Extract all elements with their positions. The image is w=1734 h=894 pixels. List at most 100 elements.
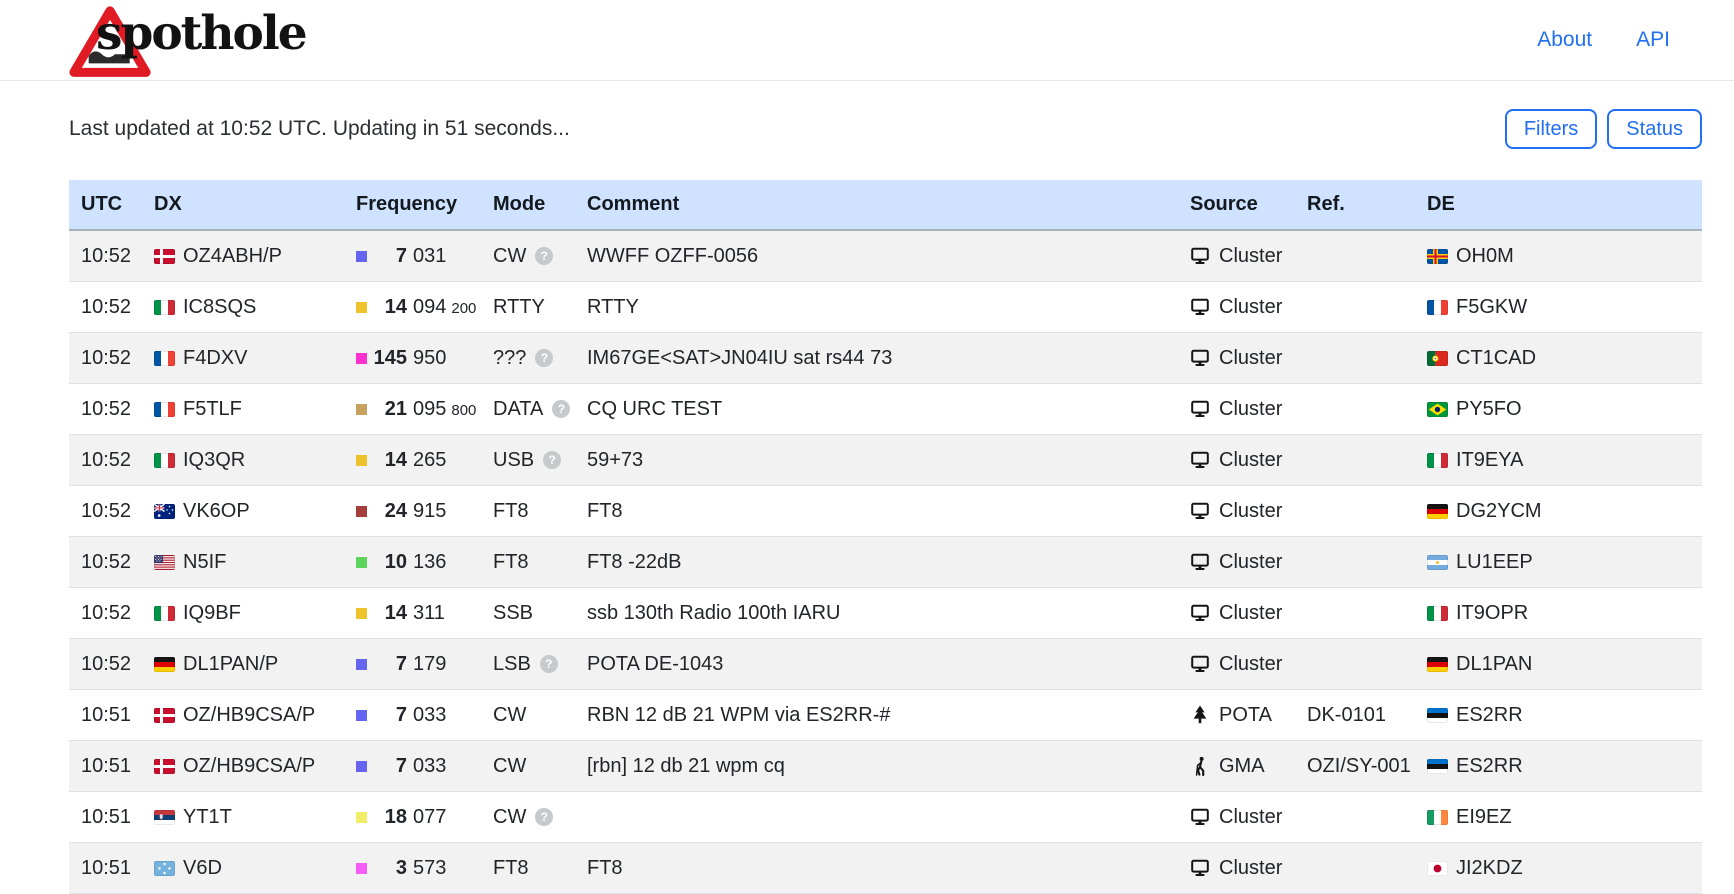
mode-cell: CW <box>481 704 575 727</box>
frequency-cell: 14311 <box>344 602 481 625</box>
freq-khz: 915 <box>413 500 446 523</box>
dx-cell: OZ4ABH/P <box>142 245 344 268</box>
frequency-value: 14311 <box>370 602 445 625</box>
freq-mhz: 18 <box>370 806 407 829</box>
de-cell: F5GKW <box>1415 296 1702 319</box>
col-header-source: Source <box>1178 193 1295 216</box>
source-label: GMA <box>1219 755 1265 778</box>
table-body: 10:52OZ4ABH/P7031CW?WWFF OZFF-0056Cluste… <box>69 231 1702 894</box>
table-row[interactable]: 10:52OZ4ABH/P7031CW?WWFF OZFF-0056Cluste… <box>69 231 1702 282</box>
table-row[interactable]: 10:52F5TLF21095800DATA?CQ URC TESTCluste… <box>69 384 1702 435</box>
source-label: Cluster <box>1219 296 1282 319</box>
band-color-swatch <box>356 761 367 772</box>
table-row[interactable]: 10:52IC8SQS14094200RTTYRTTYClusterF5GKW <box>69 282 1702 333</box>
last-updated-status: Last updated at 10:52 UTC. Updating in 5… <box>69 117 570 141</box>
frequency-value: 7179 <box>370 653 446 676</box>
mode-help-icon[interactable]: ? <box>535 247 553 265</box>
mode-cell: CW? <box>481 806 575 829</box>
frequency-value: 18077 <box>370 806 446 829</box>
portugal-flag-icon <box>1427 351 1448 366</box>
italy-flag-icon <box>1427 606 1448 621</box>
table-row[interactable]: 10:52IQ3QR14265USB?59+73ClusterIT9EYA <box>69 435 1702 486</box>
monitor-icon <box>1190 399 1210 419</box>
dx-callsign: OZ4ABH/P <box>183 245 282 268</box>
freq-khz: 033 <box>413 704 446 727</box>
col-header-de: DE <box>1415 193 1702 216</box>
mode-label: CW <box>493 245 526 268</box>
table-row[interactable]: 10:51YT1T18077CW?ClusterEI9EZ <box>69 792 1702 843</box>
table-row[interactable]: 10:51V6D3573FT8FT8ClusterJI2KDZ <box>69 843 1702 894</box>
mode-label: CW <box>493 755 526 778</box>
mode-cell: USB? <box>481 449 575 472</box>
freq-mhz: 7 <box>370 653 407 676</box>
mode-label: FT8 <box>493 857 529 880</box>
mode-help-icon[interactable]: ? <box>543 451 561 469</box>
brazil-flag-icon <box>1427 402 1448 417</box>
utc-cell: 10:52 <box>69 347 142 370</box>
dx-callsign: N5IF <box>183 551 226 574</box>
table-row[interactable]: 10:52F4DXV145950????IM67GE<SAT>JN04IU sa… <box>69 333 1702 384</box>
band-color-swatch <box>356 710 367 721</box>
table-row[interactable]: 10:51OZ/HB9CSA/P7033CWRBN 12 dB 21 WPM v… <box>69 690 1702 741</box>
source-label: Cluster <box>1219 449 1282 472</box>
source-label: Cluster <box>1219 398 1282 421</box>
table-row[interactable]: 10:52DL1PAN/P7179LSB?POTA DE-1043Cluster… <box>69 639 1702 690</box>
utc-cell: 10:52 <box>69 551 142 574</box>
aland-flag-icon <box>1427 249 1448 264</box>
mode-help-icon[interactable]: ? <box>535 349 553 367</box>
monitor-icon <box>1190 501 1210 521</box>
logo[interactable]: spothole <box>69 0 399 81</box>
band-color-swatch <box>356 353 367 364</box>
nav-api-link[interactable]: API <box>1636 28 1670 52</box>
band-color-swatch <box>356 302 367 313</box>
utc-cell: 10:51 <box>69 857 142 880</box>
spots-table: UTCDXFrequencyModeCommentSourceRef.DE 10… <box>69 180 1702 894</box>
usa-flag-icon <box>154 555 175 570</box>
table-row[interactable]: 10:52N5IF10136FT8FT8 -22dBClusterLU1EEP <box>69 537 1702 588</box>
comment-text: 59+73 <box>575 449 1178 472</box>
mode-help-icon[interactable]: ? <box>540 655 558 673</box>
freq-mhz: 21 <box>370 398 407 421</box>
monitor-icon <box>1190 552 1210 572</box>
col-header-utc: UTC <box>69 193 142 216</box>
de-callsign: JI2KDZ <box>1456 857 1523 880</box>
mode-label: ??? <box>493 347 526 370</box>
italy-flag-icon <box>154 453 175 468</box>
de-callsign: LU1EEP <box>1456 551 1533 574</box>
italy-flag-icon <box>154 606 175 621</box>
freq-mhz: 10 <box>370 551 407 574</box>
status-button[interactable]: Status <box>1607 109 1702 149</box>
dx-callsign: IQ9BF <box>183 602 241 625</box>
source-cell: Cluster <box>1178 296 1295 319</box>
table-row[interactable]: 10:51OZ/HB9CSA/P7033CW[rbn] 12 db 21 wpm… <box>69 741 1702 792</box>
frequency-cell: 10136 <box>344 551 481 574</box>
utc-cell: 10:52 <box>69 245 142 268</box>
comment-text: [rbn] 12 db 21 wpm cq <box>575 755 1178 778</box>
band-color-swatch <box>356 863 367 874</box>
source-cell: POTA <box>1178 704 1295 727</box>
mode-label: CW <box>493 704 526 727</box>
filters-button[interactable]: Filters <box>1505 109 1597 149</box>
mode-label: FT8 <box>493 551 529 574</box>
nav-about-link[interactable]: About <box>1537 28 1592 52</box>
monitor-icon <box>1190 858 1210 878</box>
monitor-icon <box>1190 246 1210 266</box>
table-row[interactable]: 10:52VK6OP24915FT8FT8ClusterDG2YCM <box>69 486 1702 537</box>
frequency-cell: 24915 <box>344 500 481 523</box>
freq-khz: 573 <box>413 857 446 880</box>
mode-help-icon[interactable]: ? <box>535 808 553 826</box>
top-nav: About API <box>1537 28 1670 52</box>
table-row[interactable]: 10:52IQ9BF14311SSBssb 130th Radio 100th … <box>69 588 1702 639</box>
toolbar-buttons: Filters Status <box>1505 109 1702 149</box>
dx-callsign: IQ3QR <box>183 449 245 472</box>
comment-text: FT8 <box>575 857 1178 880</box>
frequency-cell: 7179 <box>344 653 481 676</box>
dx-cell: IQ9BF <box>142 602 344 625</box>
utc-cell: 10:51 <box>69 704 142 727</box>
mode-help-icon[interactable]: ? <box>552 400 570 418</box>
mode-label: CW <box>493 806 526 829</box>
source-cell: GMA <box>1178 755 1295 778</box>
source-label: Cluster <box>1219 245 1282 268</box>
table-header-row: UTCDXFrequencyModeCommentSourceRef.DE <box>69 180 1702 231</box>
mode-cell: LSB? <box>481 653 575 676</box>
